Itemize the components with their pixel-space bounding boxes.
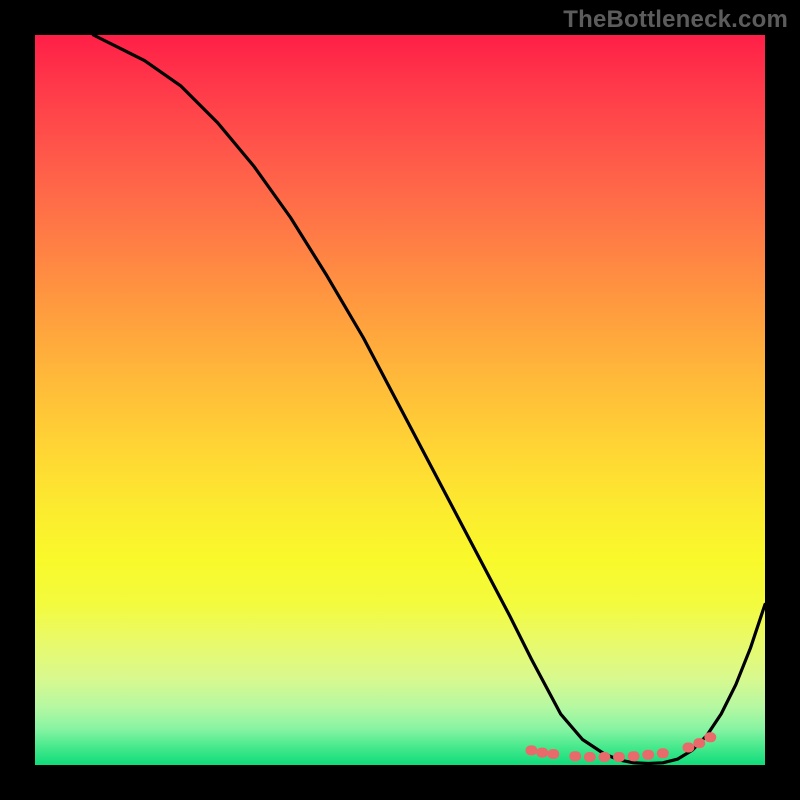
marker-dot xyxy=(693,738,705,748)
marker-dot xyxy=(547,749,559,759)
marker-dot xyxy=(657,748,669,758)
marker-dot xyxy=(536,748,548,758)
marker-dot xyxy=(682,743,694,753)
plot-area xyxy=(35,35,765,765)
watermark-text: TheBottleneck.com xyxy=(563,6,788,34)
curve-markers xyxy=(525,732,716,762)
marker-dot xyxy=(584,752,596,762)
chart-frame: TheBottleneck.com xyxy=(0,0,800,800)
chart-svg xyxy=(35,35,765,765)
marker-dot xyxy=(704,732,716,742)
marker-dot xyxy=(628,751,640,761)
marker-dot xyxy=(642,750,654,760)
marker-dot xyxy=(613,752,625,762)
curve-line xyxy=(93,35,765,764)
marker-dot xyxy=(569,751,581,761)
marker-dot xyxy=(525,745,537,755)
marker-dot xyxy=(598,752,610,762)
